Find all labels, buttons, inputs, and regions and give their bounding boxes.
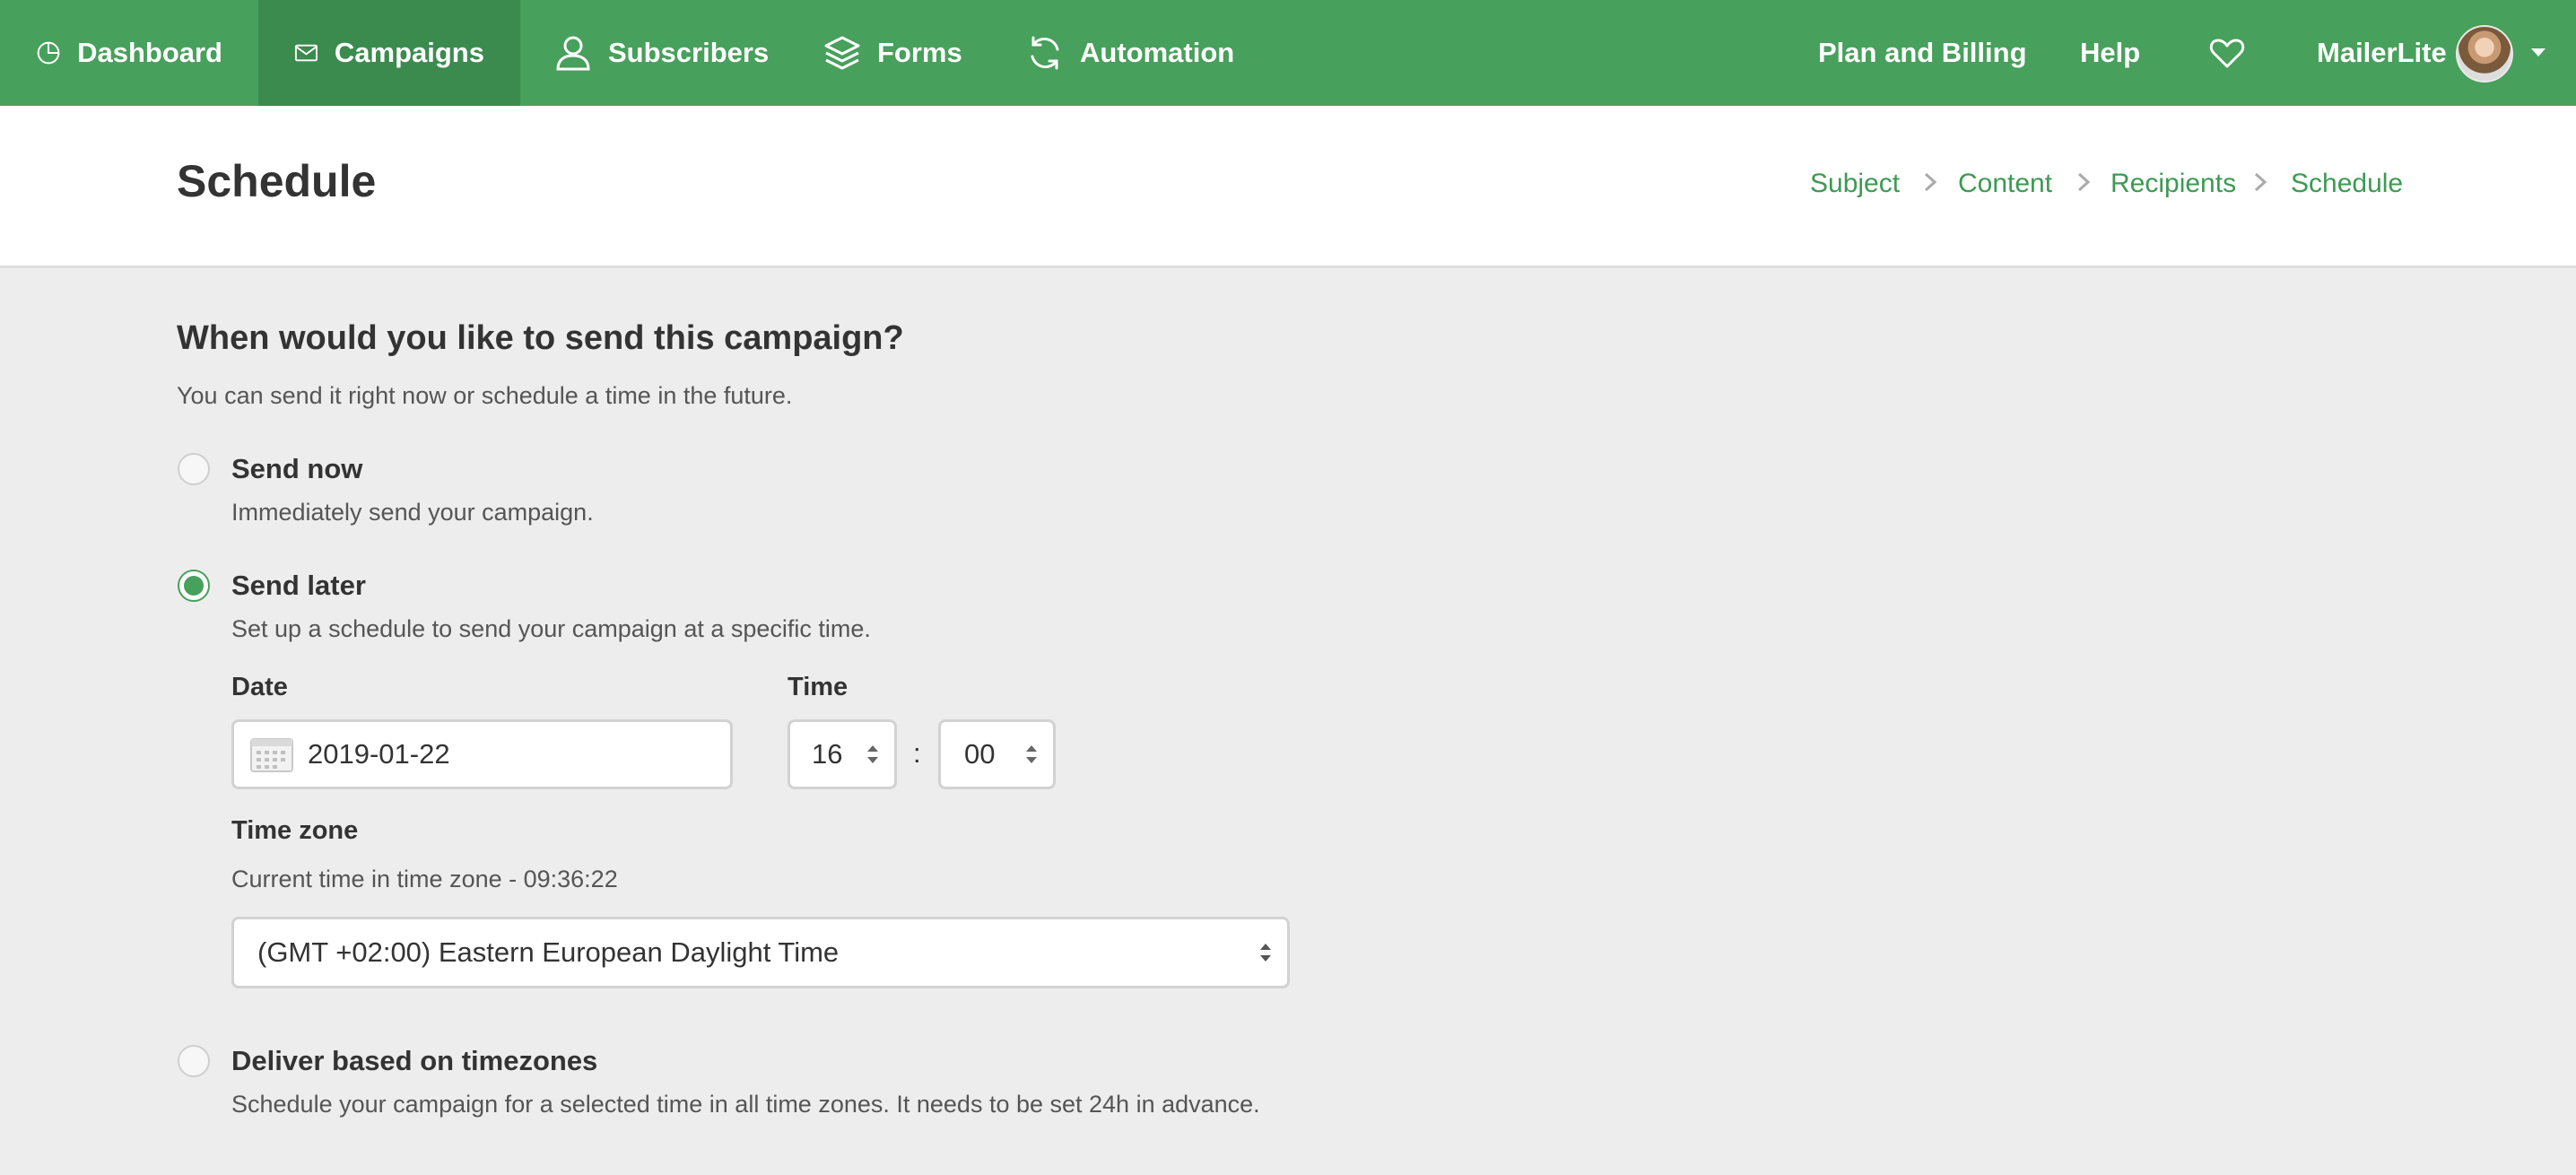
timezones-label[interactable]: Deliver based on timezones <box>231 1045 597 1077</box>
nav-subscribers-label: Subscribers <box>608 37 770 68</box>
date-value: 2019-01-22 <box>308 738 450 770</box>
minute-value: 00 <box>964 738 996 770</box>
nav-subscribers[interactable]: Subscribers <box>554 0 769 106</box>
send-now-label[interactable]: Send now <box>231 453 362 485</box>
envelope-icon <box>294 44 318 62</box>
time-separator: : <box>913 737 921 769</box>
timezone-label: Time zone <box>231 816 359 845</box>
chevron-right-icon <box>2254 172 2267 192</box>
send-later-label[interactable]: Send later <box>231 570 366 602</box>
breadcrumb-subject[interactable]: Subject <box>1810 169 1900 199</box>
spin-arrows-icon[interactable] <box>1024 743 1039 766</box>
page-title: Schedule <box>177 156 377 206</box>
nav-forms-label: Forms <box>877 37 962 68</box>
nav-campaigns-label: Campaigns <box>334 37 484 68</box>
minute-stepper[interactable]: 00 <box>938 719 1056 789</box>
breadcrumb-content[interactable]: Content <box>1958 169 2052 199</box>
plan-billing-label: Plan and Billing <box>1818 37 2027 68</box>
nav-automation-label: Automation <box>1080 37 1235 68</box>
calendar-icon <box>250 738 293 772</box>
schedule-description: You can send it right now or schedule a … <box>177 382 793 409</box>
avatar[interactable] <box>2456 25 2513 83</box>
timezones-radio[interactable] <box>178 1045 210 1077</box>
nav-dashboard-label: Dashboard <box>77 37 222 68</box>
page-header: Schedule Subject Content Recipients Sche… <box>0 106 2576 268</box>
hour-stepper[interactable]: 16 <box>788 719 897 789</box>
timezone-select[interactable]: (GMT +02:00) Eastern European Daylight T… <box>231 917 1290 988</box>
timezones-description: Schedule your campaign for a selected ti… <box>231 1091 1260 1118</box>
nav-automation[interactable]: Automation <box>1026 0 1234 106</box>
dashboard-icon <box>37 41 60 65</box>
nav-campaigns[interactable]: Campaigns <box>258 0 520 106</box>
current-time-text: Current time in time zone - 09:36:22 <box>231 866 618 892</box>
account-name: MailerLite <box>2317 37 2447 68</box>
breadcrumb-schedule[interactable]: Schedule <box>2291 169 2403 199</box>
schedule-question: When would you like to send this campaig… <box>177 319 904 357</box>
nav-favorites[interactable] <box>2208 0 2246 106</box>
chevron-right-icon <box>2077 172 2091 192</box>
time-label: Time <box>788 673 849 701</box>
layers-icon <box>824 36 860 70</box>
heart-icon <box>2209 39 2245 68</box>
date-input[interactable]: 2019-01-22 <box>231 719 733 789</box>
chevron-down-icon[interactable] <box>2531 48 2546 57</box>
nav-help[interactable]: Help <box>2080 0 2140 106</box>
top-navigation: Dashboard Campaigns Subscribers Forms Au… <box>0 0 2576 106</box>
send-now-description: Immediately send your campaign. <box>231 499 594 526</box>
help-label: Help <box>2080 37 2141 68</box>
account-menu[interactable]: MailerLite <box>2317 0 2447 106</box>
hour-value: 16 <box>812 738 843 770</box>
timezone-value: (GMT +02:00) Eastern European Daylight T… <box>257 936 840 968</box>
user-icon <box>556 36 590 71</box>
nav-forms[interactable]: Forms <box>823 0 962 106</box>
chevron-right-icon <box>1924 172 1937 192</box>
send-now-radio[interactable] <box>178 453 210 485</box>
send-later-description: Set up a schedule to send your campaign … <box>231 615 871 642</box>
send-later-radio[interactable] <box>178 570 210 602</box>
spin-arrows-icon[interactable] <box>866 743 880 766</box>
nav-dashboard[interactable]: Dashboard <box>0 0 258 106</box>
breadcrumb-recipients[interactable]: Recipients <box>2110 169 2236 199</box>
date-label: Date <box>231 673 288 701</box>
nav-plan-billing[interactable]: Plan and Billing <box>1818 0 2027 106</box>
select-arrows-icon <box>1260 944 1271 962</box>
refresh-icon <box>1031 36 1059 70</box>
